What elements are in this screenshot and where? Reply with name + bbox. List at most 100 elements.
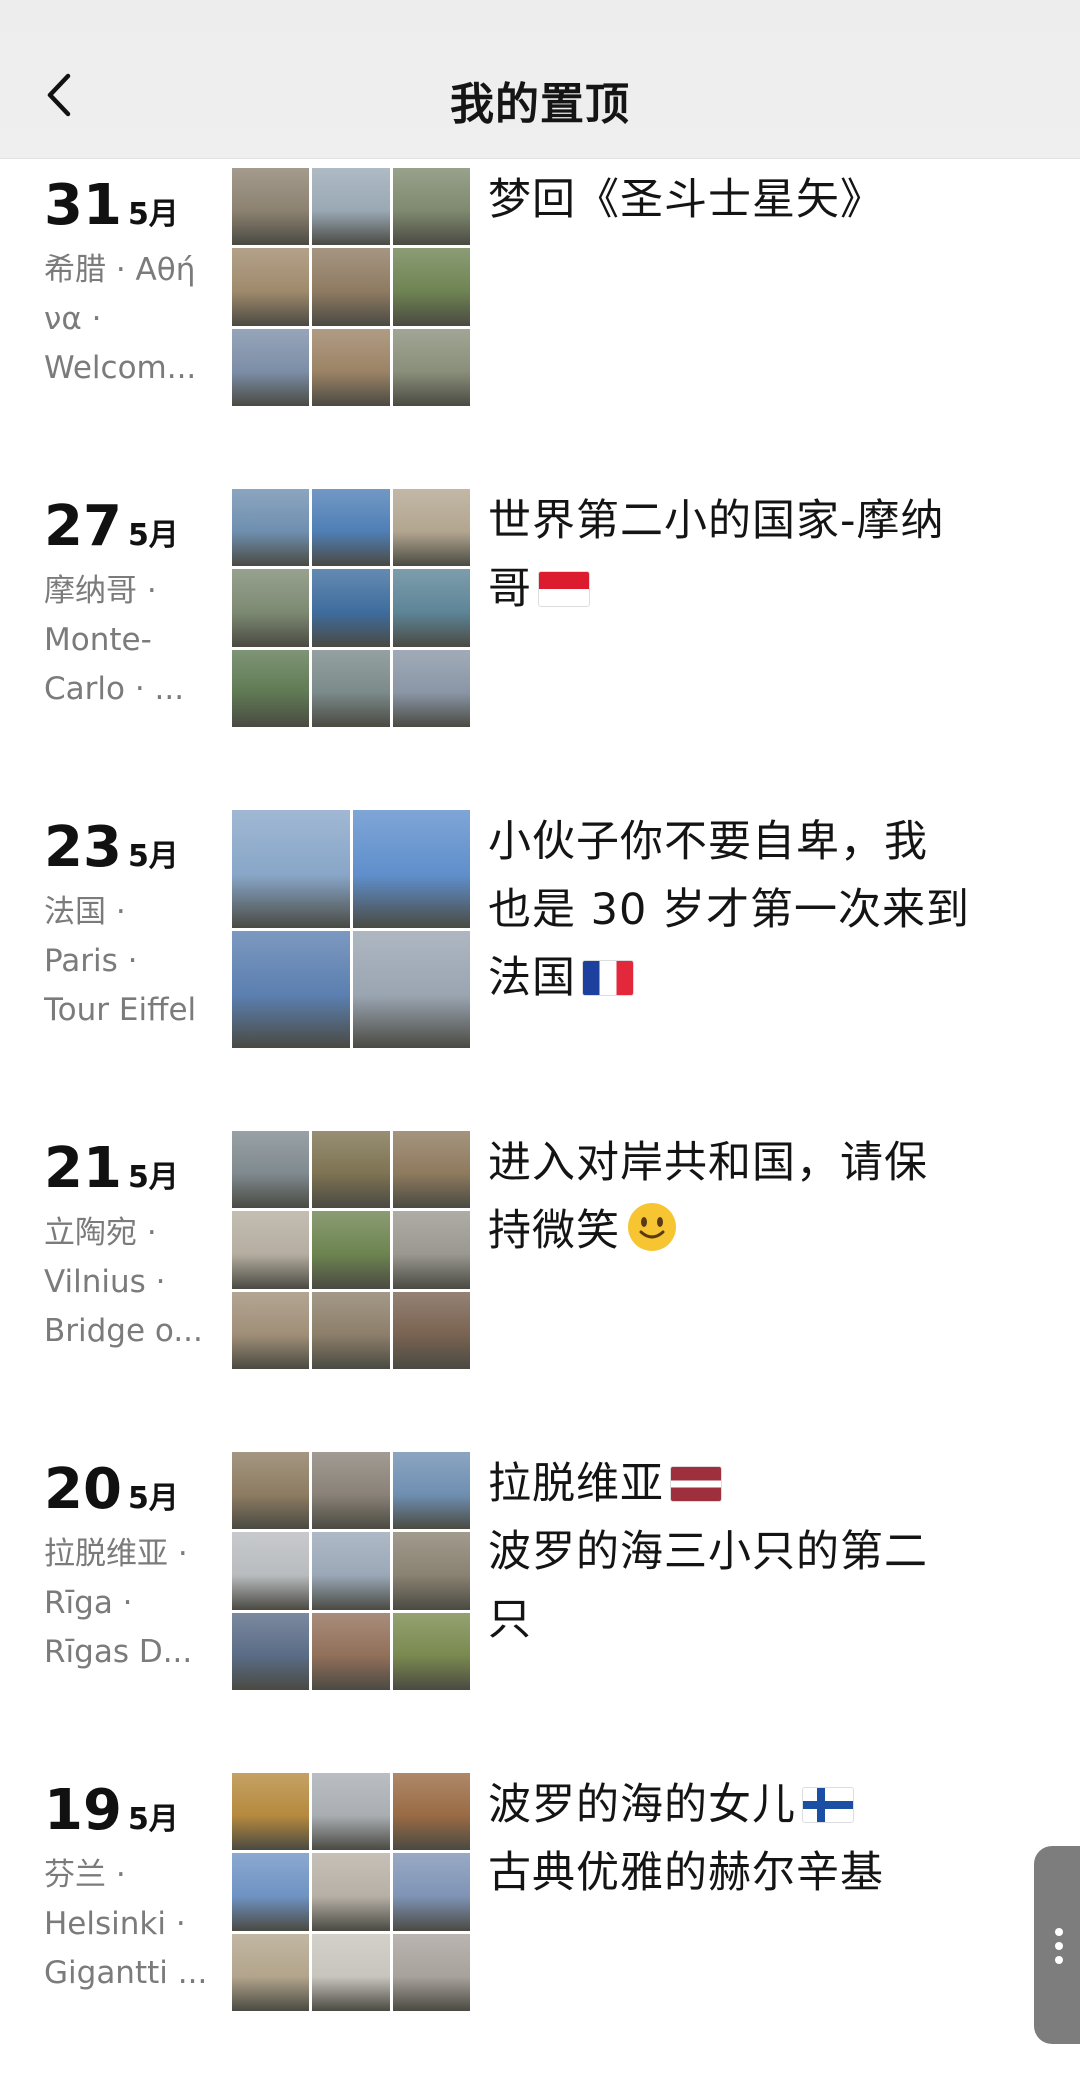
photo-thumbnail[interactable] (392, 1532, 470, 1610)
photo-grid[interactable] (232, 1452, 470, 1690)
photo-thumbnail[interactable] (352, 930, 470, 1048)
scroll-handle[interactable] (1034, 1846, 1080, 2044)
post-day: 19 (44, 1778, 122, 1843)
photo-thumbnail[interactable] (312, 1612, 390, 1690)
pinned-post[interactable]: 19 5月 芬兰 · Helsinki · Gigantti ... 波罗的海的女… (0, 1763, 1080, 2011)
photo-thumbnail[interactable] (232, 1933, 310, 2011)
finland-flag-icon (802, 1787, 854, 1823)
photo-thumbnail[interactable] (232, 1131, 310, 1209)
photo-grid[interactable] (232, 1131, 470, 1369)
post-day: 27 (44, 494, 122, 559)
post-date: 19 5月 芬兰 · Helsinki · Gigantti ... (44, 1781, 224, 1998)
post-location: 芬兰 · Helsinki · Gigantti ... (44, 1857, 208, 1991)
post-caption: 小伙子你不要自卑，我 也是 30 岁才第一次来到 法国 (488, 817, 971, 1003)
post-caption: 世界第二小的国家-摩纳 哥 (488, 496, 945, 614)
post-date: 27 5月 摩纳哥 · Monte- Carlo · ... (44, 497, 224, 714)
photo-thumbnail[interactable] (232, 1773, 310, 1851)
photo-thumbnail[interactable] (232, 489, 310, 567)
photo-thumbnail[interactable] (312, 569, 390, 647)
post-caption: 进入对岸共和国，请保 持微笑 (488, 1138, 928, 1256)
france-flag-icon (582, 960, 634, 996)
post-month: 5月 (127, 1802, 179, 1837)
photo-thumbnail[interactable] (392, 168, 470, 246)
photo-thumbnail[interactable] (312, 248, 390, 326)
pinned-post[interactable]: 27 5月 摩纳哥 · Monte- Carlo · ... 世界第二小的国家-摩… (0, 479, 1080, 727)
photo-grid[interactable] (232, 810, 470, 1048)
post-date: 21 5月 立陶宛 · Vilnius · Bridge o... (44, 1139, 224, 1356)
photo-thumbnail[interactable] (312, 1452, 390, 1530)
photo-thumbnail[interactable] (392, 1452, 470, 1530)
photo-thumbnail[interactable] (232, 248, 310, 326)
photo-thumbnail[interactable] (312, 649, 390, 727)
pinned-post[interactable]: 31 5月 希腊 · Αθή να · Welcom... 梦回《圣斗士星矢》 (0, 158, 1080, 406)
post-location: 摩纳哥 · Monte- Carlo · ... (44, 573, 185, 707)
photo-thumbnail[interactable] (312, 1853, 390, 1931)
photo-thumbnail[interactable] (232, 1532, 310, 1610)
photo-grid[interactable] (232, 489, 470, 727)
post-location: 法国 · Paris · Tour Eiffel (44, 894, 197, 1028)
photo-thumbnail[interactable] (392, 1853, 470, 1931)
post-date: 31 5月 希腊 · Αθή να · Welcom... (44, 176, 224, 393)
photo-thumbnail[interactable] (232, 1452, 310, 1530)
photo-grid[interactable] (232, 168, 470, 406)
monaco-flag-icon (538, 571, 590, 607)
post-month: 5月 (127, 197, 179, 232)
photo-thumbnail[interactable] (232, 1853, 310, 1931)
post-day: 31 (44, 173, 122, 238)
photo-thumbnail[interactable] (312, 168, 390, 246)
photo-thumbnail[interactable] (312, 1131, 390, 1209)
photo-thumbnail[interactable] (232, 810, 350, 928)
photo-thumbnail[interactable] (232, 569, 310, 647)
photo-thumbnail[interactable] (392, 1933, 470, 2011)
photo-thumbnail[interactable] (312, 1291, 390, 1369)
handle-dot (1055, 1956, 1063, 1964)
photo-thumbnail[interactable] (312, 1773, 390, 1851)
photo-thumbnail[interactable] (232, 328, 310, 406)
photo-thumbnail[interactable] (392, 328, 470, 406)
photo-thumbnail[interactable] (392, 489, 470, 567)
post-date: 20 5月 拉脱维亚 · Rīga · Rīgas D... (44, 1460, 224, 1677)
post-month: 5月 (127, 839, 179, 874)
photo-thumbnail[interactable] (392, 649, 470, 727)
top-bar: 我的置顶 (0, 0, 1080, 159)
photo-thumbnail[interactable] (392, 1612, 470, 1690)
photo-grid[interactable] (232, 1773, 470, 2011)
photo-thumbnail[interactable] (392, 1773, 470, 1851)
post-location: 拉脱维亚 · Rīga · Rīgas D... (44, 1536, 193, 1670)
post-day: 23 (44, 815, 122, 880)
pinned-post[interactable]: 20 5月 拉脱维亚 · Rīga · Rīgas D... 拉脱维亚 波罗的海三… (0, 1442, 1080, 1690)
photo-thumbnail[interactable] (232, 1612, 310, 1690)
handle-dot (1055, 1942, 1063, 1950)
post-day: 21 (44, 1136, 122, 1201)
post-location: 立陶宛 · Vilnius · Bridge o... (44, 1215, 203, 1349)
handle-dot (1055, 1928, 1063, 1936)
photo-thumbnail[interactable] (392, 1211, 470, 1289)
photo-thumbnail[interactable] (312, 1532, 390, 1610)
photo-thumbnail[interactable] (232, 649, 310, 727)
photo-thumbnail[interactable] (232, 1291, 310, 1369)
photo-thumbnail[interactable] (392, 248, 470, 326)
post-month: 5月 (127, 1481, 179, 1516)
photo-thumbnail[interactable] (392, 1131, 470, 1209)
photo-thumbnail[interactable] (312, 1211, 390, 1289)
smile-emoji-icon (628, 1203, 676, 1251)
photo-thumbnail[interactable] (392, 1291, 470, 1369)
post-caption: 波罗的海的女儿 古典优雅的赫尔辛基 (488, 1780, 884, 1898)
photo-thumbnail[interactable] (232, 168, 310, 246)
photo-thumbnail[interactable] (232, 930, 350, 1048)
photo-thumbnail[interactable] (312, 1933, 390, 2011)
photo-thumbnail[interactable] (352, 810, 470, 928)
post-month: 5月 (127, 518, 179, 553)
photo-thumbnail[interactable] (312, 489, 390, 567)
post-day: 20 (44, 1457, 122, 1522)
photo-thumbnail[interactable] (392, 569, 470, 647)
pinned-post[interactable]: 21 5月 立陶宛 · Vilnius · Bridge o... 进入对岸共和国… (0, 1121, 1080, 1369)
post-caption: 拉脱维亚 波罗的海三小只的第二 只 (488, 1459, 928, 1645)
post-month: 5月 (127, 1160, 179, 1195)
pinned-post[interactable]: 23 5月 法国 · Paris · Tour Eiffel 小伙子你不要自卑，我… (0, 800, 1080, 1048)
photo-thumbnail[interactable] (312, 328, 390, 406)
photo-thumbnail[interactable] (232, 1211, 310, 1289)
post-location: 希腊 · Αθή να · Welcom... (44, 252, 197, 386)
latvia-flag-icon (670, 1466, 722, 1502)
post-caption: 梦回《圣斗士星矢》 (488, 175, 884, 225)
